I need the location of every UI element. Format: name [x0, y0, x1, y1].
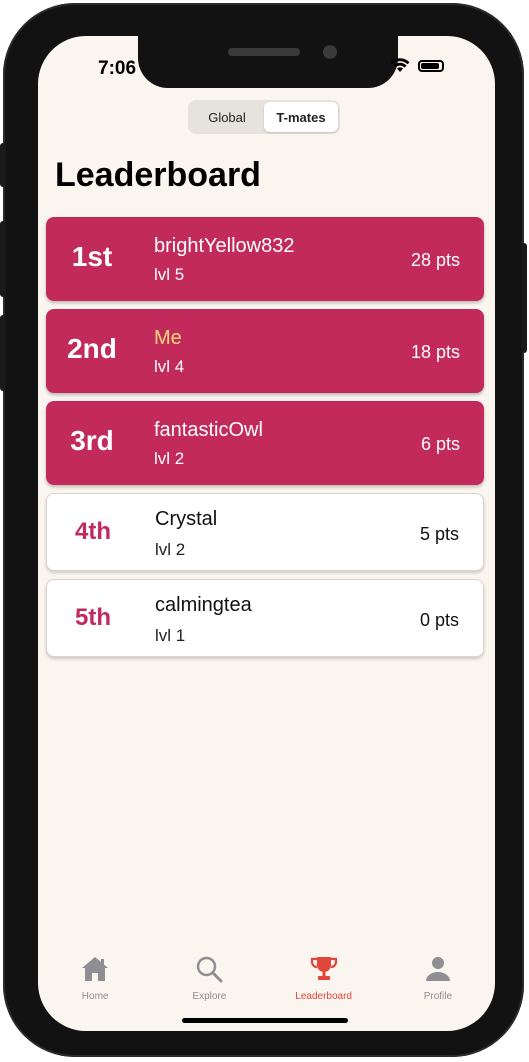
search-icon — [197, 956, 223, 983]
rank-label: 5th — [75, 604, 111, 631]
user-level: lvl 5 — [154, 265, 185, 284]
tab-label: Leaderboard — [295, 991, 352, 1002]
leaderboard-row[interactable]: 1st brightYellow832 lvl 5 28 pts — [46, 217, 484, 301]
segment-global[interactable]: Global — [190, 102, 264, 132]
tab-profile[interactable]: Profile — [381, 954, 495, 1014]
leaderboard-list: 1st brightYellow832 lvl 5 28 pts 2nd Me … — [46, 217, 484, 665]
user-points: 28 pts — [410, 250, 460, 270]
tab-home[interactable]: Home — [38, 954, 152, 1014]
home-icon — [82, 957, 109, 981]
leaderboard-row[interactable]: 3rd fantasticOwl lvl 2 6 pts — [46, 401, 484, 485]
status-time: 7:06 — [98, 58, 137, 79]
side-button-mute — [0, 143, 6, 187]
scope-segmented-control: Global T-mates — [188, 100, 340, 134]
home-indicator[interactable] — [182, 1018, 348, 1023]
person-icon — [425, 957, 450, 981]
tab-label: Home — [81, 991, 109, 1002]
user-level: lvl 4 — [154, 357, 185, 376]
leaderboard-row-me[interactable]: 2nd Me lvl 4 18 pts — [46, 309, 484, 393]
side-button-power — [521, 243, 527, 353]
user-level: lvl 2 — [155, 540, 186, 559]
user-level: lvl 2 — [154, 449, 185, 468]
tab-bar: Home Explore Leaderboard Profile — [38, 954, 495, 1014]
user-name: fantasticOwl — [154, 419, 263, 441]
phone-frame: 7:06 Global T-mates Leaderboard 1st brig… — [0, 3, 527, 1057]
rank-label: 4th — [75, 518, 111, 545]
side-button-volume-up — [0, 221, 6, 297]
notch — [138, 36, 398, 88]
leaderboard-row[interactable]: 4th Crystal lvl 2 5 pts — [46, 493, 484, 571]
battery-icon — [418, 59, 444, 72]
segment-t-mates[interactable]: T-mates — [264, 102, 338, 132]
tab-explore[interactable]: Explore — [152, 954, 266, 1014]
user-name: calmingtea — [155, 594, 252, 616]
status-indicators — [390, 58, 444, 73]
user-points: 5 pts — [419, 524, 459, 544]
rank-label: 3rd — [70, 425, 114, 456]
user-points: 0 pts — [419, 610, 459, 630]
tab-leaderboard[interactable]: Leaderboard — [267, 954, 381, 1014]
tab-label: Explore — [192, 991, 227, 1002]
wifi-icon — [390, 58, 410, 72]
user-level: lvl 1 — [155, 626, 186, 645]
tab-label: Profile — [423, 991, 453, 1002]
rank-label: 1st — [71, 241, 113, 272]
trophy-icon — [310, 957, 337, 980]
rank-label: 2nd — [67, 333, 117, 364]
leaderboard-row[interactable]: 5th calmingtea lvl 1 0 pts — [46, 579, 484, 657]
user-name: Me — [154, 327, 182, 349]
user-name: brightYellow832 — [154, 235, 295, 257]
user-points: 6 pts — [420, 434, 460, 454]
app-screen: 7:06 Global T-mates Leaderboard 1st brig… — [38, 36, 495, 1031]
side-button-volume-down — [0, 315, 6, 391]
page-title: Leaderboard — [55, 156, 261, 194]
user-points: 18 pts — [410, 342, 460, 362]
speaker-grille — [228, 48, 300, 56]
user-name: Crystal — [155, 508, 218, 530]
front-camera — [323, 45, 337, 59]
